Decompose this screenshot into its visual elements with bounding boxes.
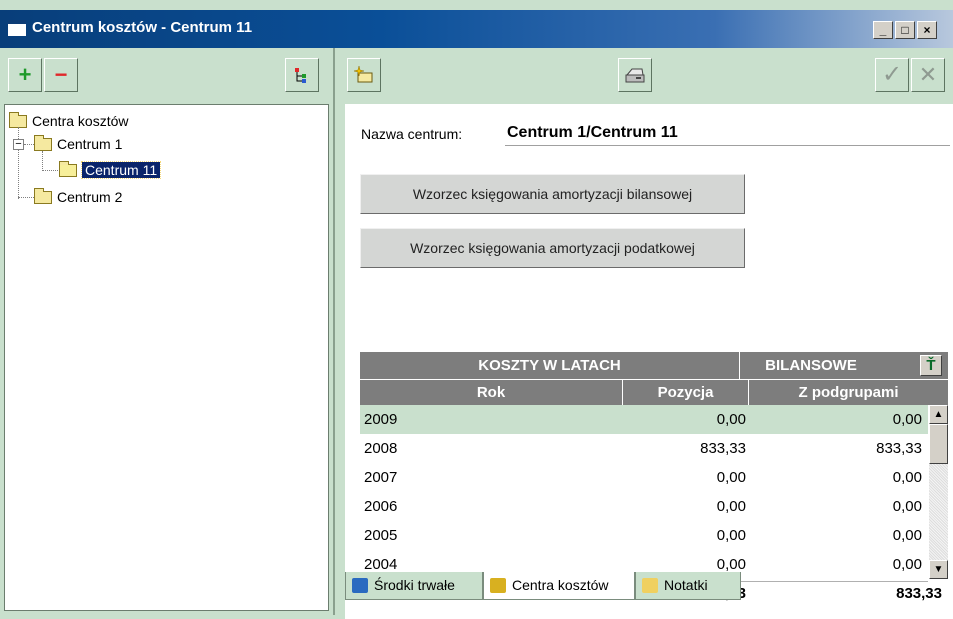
tree-view-icon (295, 68, 306, 83)
cell-position: 0,00 (716, 469, 746, 486)
table-row[interactable]: 2007 0,00 0,00 (360, 463, 928, 492)
scroll-thumb[interactable] (929, 424, 948, 464)
scroll-down-button[interactable]: ▼ (929, 560, 948, 579)
close-window-button[interactable]: × (917, 21, 937, 39)
cell-position: 0,00 (716, 411, 746, 428)
tree-view-button[interactable] (285, 58, 319, 92)
tree-node-label: Centrum 2 (57, 189, 123, 205)
column-header-year[interactable]: Rok (360, 380, 623, 405)
cell-year: 2006 (364, 498, 398, 515)
tree-line (42, 151, 43, 171)
table-row[interactable]: 2008 833,33 833,33 (360, 434, 928, 463)
new-sparkle-icon (353, 65, 373, 83)
cancel-button[interactable]: ✕ (911, 58, 945, 92)
collapse-toggle[interactable]: − (13, 139, 24, 150)
tab-fixed-assets[interactable]: Środki trwałe (345, 572, 483, 600)
tree-node-label-selected: Centrum 11 (80, 161, 162, 179)
tree-node-root[interactable]: Centra kosztów (9, 111, 128, 131)
remove-button[interactable]: − (44, 58, 78, 92)
notes-icon (642, 578, 658, 593)
confirm-button[interactable]: ✓ (875, 58, 909, 92)
folder-icon (34, 135, 52, 151)
cross-icon: ✕ (918, 62, 938, 87)
tree-node-centrum-1[interactable]: Centrum 1 (34, 134, 122, 154)
window-icon (8, 20, 26, 36)
center-name-value: Centrum 1/Centrum 11 (507, 124, 678, 141)
cell-subgroups: 0,00 (892, 469, 922, 486)
window-title: Centrum kosztów - Centrum 11 (32, 19, 253, 36)
printer-icon (625, 68, 645, 83)
header-costs-in-years: KOSZTY W LATACH (360, 352, 740, 379)
checkmark-icon: ✓ (881, 61, 903, 88)
new-button[interactable] (347, 58, 381, 92)
scroll-up-button[interactable]: ▲ (929, 405, 948, 424)
minus-icon: − (54, 62, 68, 87)
center-name-field[interactable]: Centrum 1/Centrum 11 (505, 122, 950, 146)
grid-scrollbar[interactable]: ▲ ▼ (929, 405, 948, 579)
left-panel: + − Centra kosztów − Centrum 1 Centrum 1… (0, 48, 335, 615)
cell-year: 2007 (364, 469, 398, 486)
tree-node-centrum-11[interactable]: Centrum 11 (59, 160, 162, 180)
window-title-bar: Centrum kosztów - Centrum 11 _ □ × (0, 10, 953, 48)
cell-position: 0,00 (716, 498, 746, 515)
maximize-button[interactable]: □ (895, 21, 915, 39)
total-subgroups: 833,33 (896, 585, 942, 602)
folder-icon (34, 188, 52, 204)
cell-subgroups: 0,00 (892, 411, 922, 428)
pin-icon: Ť (926, 357, 936, 374)
pin-button[interactable]: Ť (920, 355, 942, 376)
tax-depreciation-template-button[interactable]: Wzorzec księgowania amortyzacji podatkow… (360, 228, 745, 268)
cost-centers-icon (490, 578, 506, 593)
open-folder-icon (59, 161, 77, 177)
plus-icon: + (18, 62, 32, 87)
grid-header-top: KOSZTY W LATACH BILANSOWE Ť (360, 352, 948, 379)
cell-subgroups: 0,00 (892, 556, 922, 573)
cell-subgroups: 833,33 (876, 440, 922, 457)
tree-line (18, 197, 34, 198)
balance-depreciation-template-button[interactable]: Wzorzec księgowania amortyzacji bilansow… (360, 174, 745, 214)
tree-line (42, 170, 58, 171)
cell-position: 833,33 (700, 440, 746, 457)
minimize-button[interactable]: _ (873, 21, 893, 39)
center-name-label: Nazwa centrum: (361, 126, 463, 142)
tab-label: Notatki (664, 577, 708, 593)
header-balance-type: BILANSOWE (765, 357, 857, 374)
print-button[interactable] (618, 58, 652, 92)
add-button[interactable]: + (8, 58, 42, 92)
tab-label: Środki trwałe (374, 577, 455, 593)
tab-cost-centers[interactable]: Centra kosztów (483, 572, 635, 600)
column-header-position[interactable]: Pozycja (623, 380, 749, 405)
cell-year: 2009 (364, 411, 398, 428)
cell-subgroups: 0,00 (892, 498, 922, 515)
cell-position: 0,00 (716, 527, 746, 544)
right-panel: ✓ ✕ Nazwa centrum: Centrum 1/Centrum 11 … (337, 48, 953, 619)
grid-header-columns: Rok Pozycja Z podgrupami (360, 380, 948, 405)
table-row[interactable]: 2005 0,00 0,00 (360, 521, 928, 550)
tab-label: Centra kosztów (512, 577, 609, 593)
assets-icon (352, 578, 368, 593)
cell-year: 2008 (364, 440, 398, 457)
column-header-subgroups[interactable]: Z podgrupami (749, 380, 948, 405)
table-row[interactable]: 2006 0,00 0,00 (360, 492, 928, 521)
cell-subgroups: 0,00 (892, 527, 922, 544)
tree-node-label: Centra kosztów (32, 113, 129, 129)
cell-year: 2005 (364, 527, 398, 544)
tab-notes[interactable]: Notatki (635, 572, 741, 600)
table-row[interactable]: 2009 0,00 0,00 (360, 405, 928, 434)
form-area: Nazwa centrum: Centrum 1/Centrum 11 Wzor… (345, 104, 953, 619)
tree-node-label: Centrum 1 (57, 136, 123, 152)
tree-node-centrum-2[interactable]: Centrum 2 (34, 187, 122, 207)
tree-line (24, 144, 34, 145)
cost-center-tree[interactable]: Centra kosztów − Centrum 1 Centrum 11 Ce… (4, 104, 329, 611)
